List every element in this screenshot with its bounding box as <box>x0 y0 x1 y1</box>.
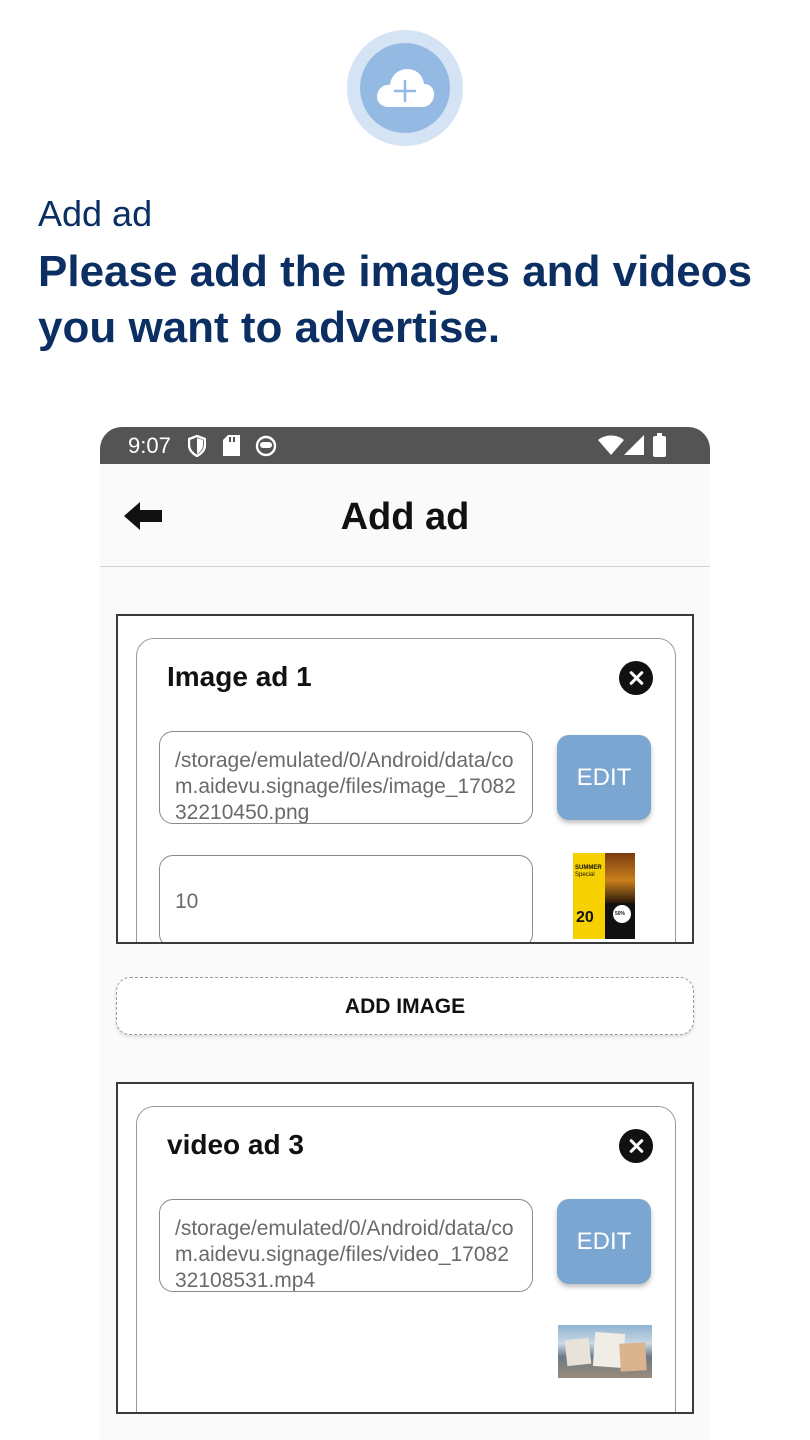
file-path-field[interactable]: /storage/emulated/0/Android/data/com.aid… <box>159 731 533 824</box>
ad-item-frame: Image ad 1 /storage/emulated/0/Android/d… <box>116 614 694 944</box>
shield-icon <box>188 435 206 457</box>
video-thumbnail <box>558 1325 652 1378</box>
device-screen: 9:07 Add ad Image ad 1 /storage/emulated… <box>100 427 710 1440</box>
status-bar: 9:07 <box>100 427 710 464</box>
sd-card-icon <box>223 435 240 456</box>
add-image-button[interactable]: ADD IMAGE <box>116 977 694 1035</box>
app-bar: Add ad <box>100 464 710 567</box>
page-title: Add ad <box>340 496 470 538</box>
ad-card: Image ad 1 /storage/emulated/0/Android/d… <box>136 638 676 942</box>
file-path-field[interactable]: /storage/emulated/0/Android/data/com.aid… <box>159 1199 533 1292</box>
image-thumbnail: SUMMER Special 20 50% <box>573 853 635 939</box>
battery-icon <box>653 433 666 457</box>
edit-button[interactable]: EDIT <box>557 1199 651 1284</box>
upload-cloud-badge <box>347 30 463 146</box>
promo-headline: Please add the images and videos you wan… <box>38 247 753 352</box>
ad-item-frame: video ad 3 /storage/emulated/0/Android/d… <box>116 1082 694 1414</box>
signal-icon <box>624 435 644 455</box>
ad-card: video ad 3 /storage/emulated/0/Android/d… <box>136 1106 676 1412</box>
ad-title: video ad 3 <box>167 1129 304 1160</box>
cloud-plus-icon <box>360 43 450 133</box>
face-icon <box>255 435 277 457</box>
ad-title: Image ad 1 <box>167 661 312 692</box>
status-time: 9:07 <box>128 433 171 458</box>
wifi-icon <box>598 435 624 455</box>
remove-ad-close-icon[interactable] <box>619 661 653 695</box>
promo-subtitle: Add ad <box>38 193 153 234</box>
remove-ad-close-icon[interactable] <box>619 1129 653 1163</box>
duration-input[interactable]: 10 <box>159 855 533 942</box>
edit-button[interactable]: EDIT <box>557 735 651 820</box>
